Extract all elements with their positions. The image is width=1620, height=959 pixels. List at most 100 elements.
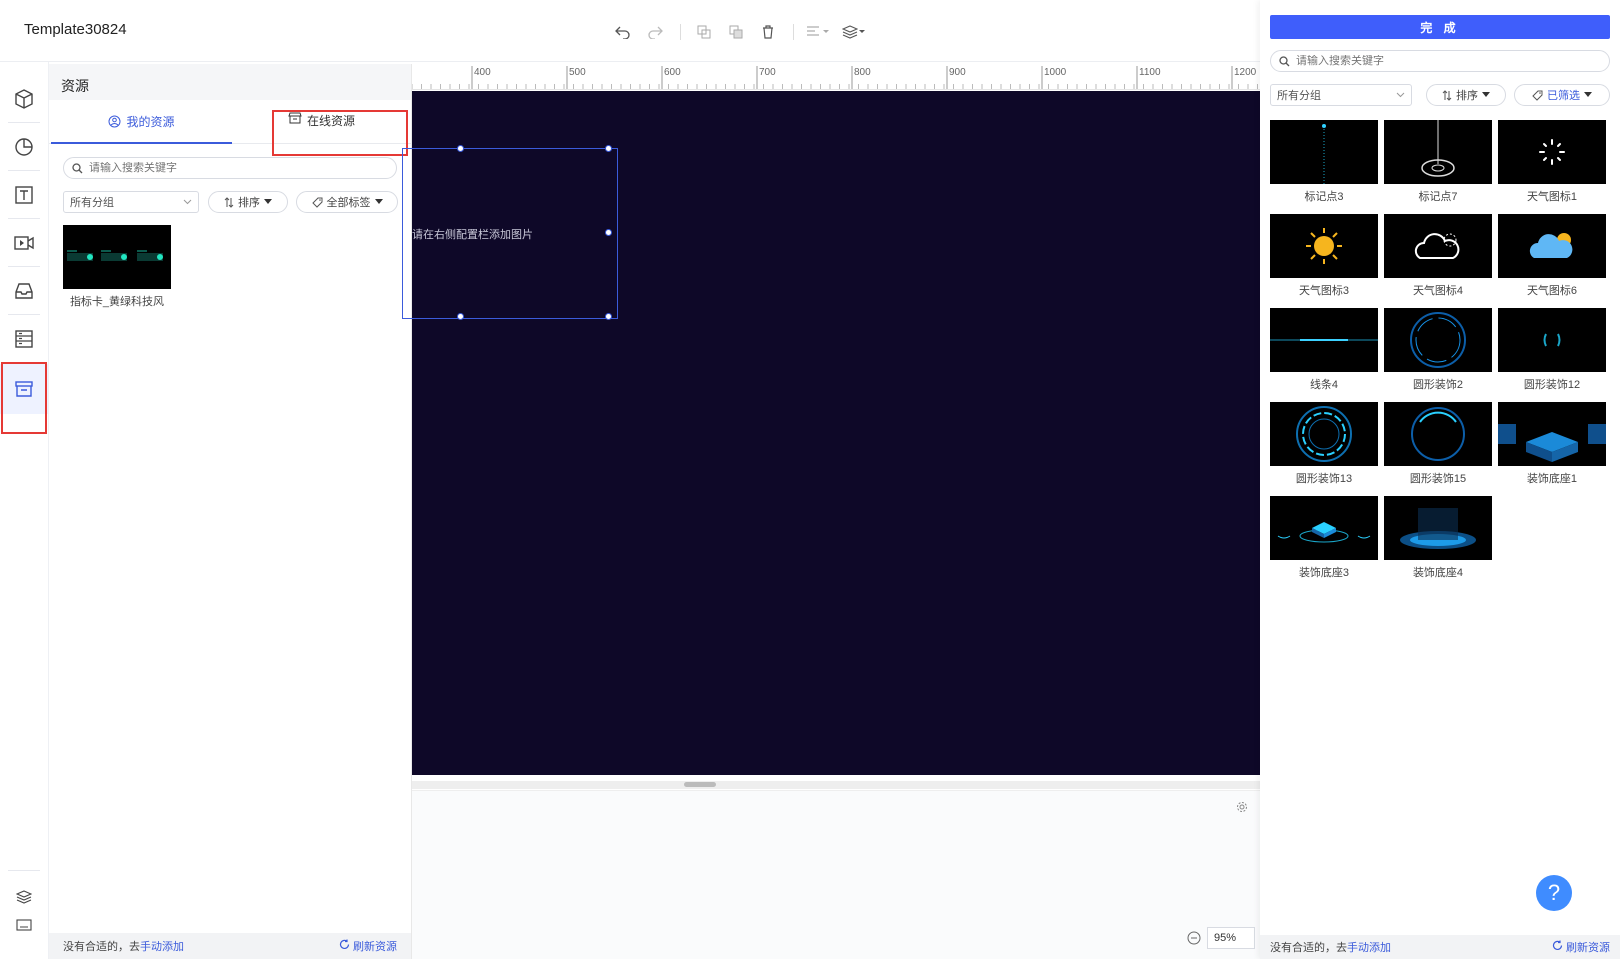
keyboard-icon [16,919,32,931]
tags-button[interactable]: 全部标签 [296,191,398,213]
resource-weather-icon-1[interactable] [1498,120,1606,184]
resource-label: 线条4 [1309,379,1339,391]
resource-circle-decoration-13[interactable] [1270,402,1378,466]
resource-tabs: 我的资源 在线资源 [49,100,412,144]
ruler-label: 800 [854,67,871,78]
redo-button[interactable] [644,22,666,42]
sort-button[interactable]: 排序 [208,191,288,213]
redo-icon [648,26,663,39]
resource-marker-point-3[interactable] [1270,120,1378,184]
rail-item-media[interactable] [0,220,48,266]
server-icon [15,330,33,348]
align-icon [807,26,819,36]
toolbar [612,22,878,42]
rail-item-layers[interactable] [0,882,48,912]
resource-weather-icon-6[interactable] [1498,214,1606,278]
rail-item-resources[interactable] [0,364,48,414]
search-input-box[interactable] [63,157,397,179]
resource-decoration-base-1[interactable] [1498,402,1606,466]
toolbar-divider [793,24,794,40]
resize-handle[interactable] [605,313,612,320]
resize-handle[interactable] [457,313,464,320]
image-placeholder-text: 请在右侧配置栏添加图片 [412,229,533,241]
help-button[interactable]: ? [1536,875,1572,911]
tags-label: 全部标签 [326,197,371,209]
search-input[interactable] [89,162,381,174]
resource-label: 装饰底座3 [1298,567,1350,579]
resource-decoration-base-4[interactable] [1384,496,1492,560]
rail-divider [8,870,40,871]
online-filter-button[interactable]: 已筛选 [1514,84,1610,106]
layer-dropdown[interactable] [842,25,866,39]
resource-label: 天气图标3 [1298,285,1350,297]
sort-icon [224,196,234,208]
resource-weather-icon-4[interactable] [1384,214,1492,278]
resource-label: 天气图标1 [1526,191,1578,203]
refresh-resources-button[interactable]: 刷新资源 [1552,939,1610,955]
done-button[interactable]: 完 成 [1270,15,1610,39]
copy-button[interactable] [693,22,715,42]
chevron-down-icon [183,199,192,205]
refresh-resources-button[interactable]: 刷新资源 [339,938,397,954]
tag-icon [311,197,322,208]
resize-handle[interactable] [605,145,612,152]
top-bar: Template30824 [0,0,1260,62]
undo-button[interactable] [612,22,634,42]
resource-marker-point-7[interactable] [1384,120,1492,184]
resource-thumbnail[interactable] [63,225,171,289]
online-group-value: 所有分组 [1277,90,1321,102]
online-search-box[interactable] [1270,50,1610,72]
resource-label: 装饰底座1 [1526,473,1578,485]
resource-circle-decoration-2[interactable] [1384,308,1492,372]
ruler-label: 500 [569,67,586,78]
resource-label: 装饰底座4 [1412,567,1464,579]
resource-circle-decoration-15[interactable] [1384,402,1492,466]
layers-icon [16,890,32,904]
circle-ring-icon [1411,407,1465,461]
resize-handle[interactable] [605,229,612,236]
rail-item-charts[interactable] [0,124,48,170]
online-panel-footer: 没有合适的，去手动添加 刷新资源 [1260,935,1620,959]
tab-my-resources[interactable]: 我的资源 [51,100,232,144]
panel-footer: 没有合适的，去手动添加 刷新资源 [49,933,411,959]
indicator-card-preview [67,250,163,261]
sort-icon [1442,89,1452,101]
group-select[interactable]: 所有分组 [63,191,199,213]
rail-item-text[interactable] [0,172,48,218]
copy-icon [697,25,711,39]
caret-down-icon [264,199,272,204]
resource-label: 圆形装饰12 [1523,379,1581,391]
resource-panel: 资源 我的资源 在线资源 所有分组 排序 全部标签 指标卡_黄绿科技风 [49,64,412,959]
online-sort-label: 排序 [1456,90,1478,102]
horizontal-scrollbar[interactable] [412,781,1260,789]
rail-item-data[interactable] [0,316,48,362]
resource-weather-icon-3[interactable] [1270,214,1378,278]
align-dropdown[interactable] [806,25,830,39]
manual-add-link[interactable]: 手动添加 [140,941,184,953]
scrollbar-thumb[interactable] [684,782,716,787]
resize-handle[interactable] [457,145,464,152]
online-sort-button[interactable]: 排序 [1426,84,1506,106]
paste-icon [729,25,743,39]
resource-label: 标记点3 [1304,191,1344,203]
circle-ring-icon [1410,312,1466,368]
resource-label: 圆形装饰13 [1295,473,1353,485]
marker-point-icon [1421,120,1455,177]
rail-item-inbox[interactable] [0,268,48,314]
resource-circle-decoration-12[interactable] [1498,308,1606,372]
cloud-sun-icon [1529,233,1573,258]
zoom-input[interactable]: 95% [1207,927,1255,949]
resource-decoration-base-3[interactable] [1270,496,1378,560]
online-group-select[interactable]: 所有分组 [1270,84,1412,106]
tab-online-resources[interactable]: 在线资源 [231,100,412,144]
rail-item-keyboard[interactable] [0,910,48,940]
rail-item-components[interactable] [0,76,48,122]
paste-button[interactable] [725,22,747,42]
caret-down-icon [1482,92,1490,97]
rail-divider [8,218,40,219]
design-canvas[interactable]: 请在右侧配置栏添加图片 [402,91,1260,775]
delete-button[interactable] [757,22,779,42]
resource-line-4[interactable] [1270,308,1378,372]
manual-add-link[interactable]: 手动添加 [1347,942,1391,954]
online-search-input[interactable] [1296,55,1593,67]
